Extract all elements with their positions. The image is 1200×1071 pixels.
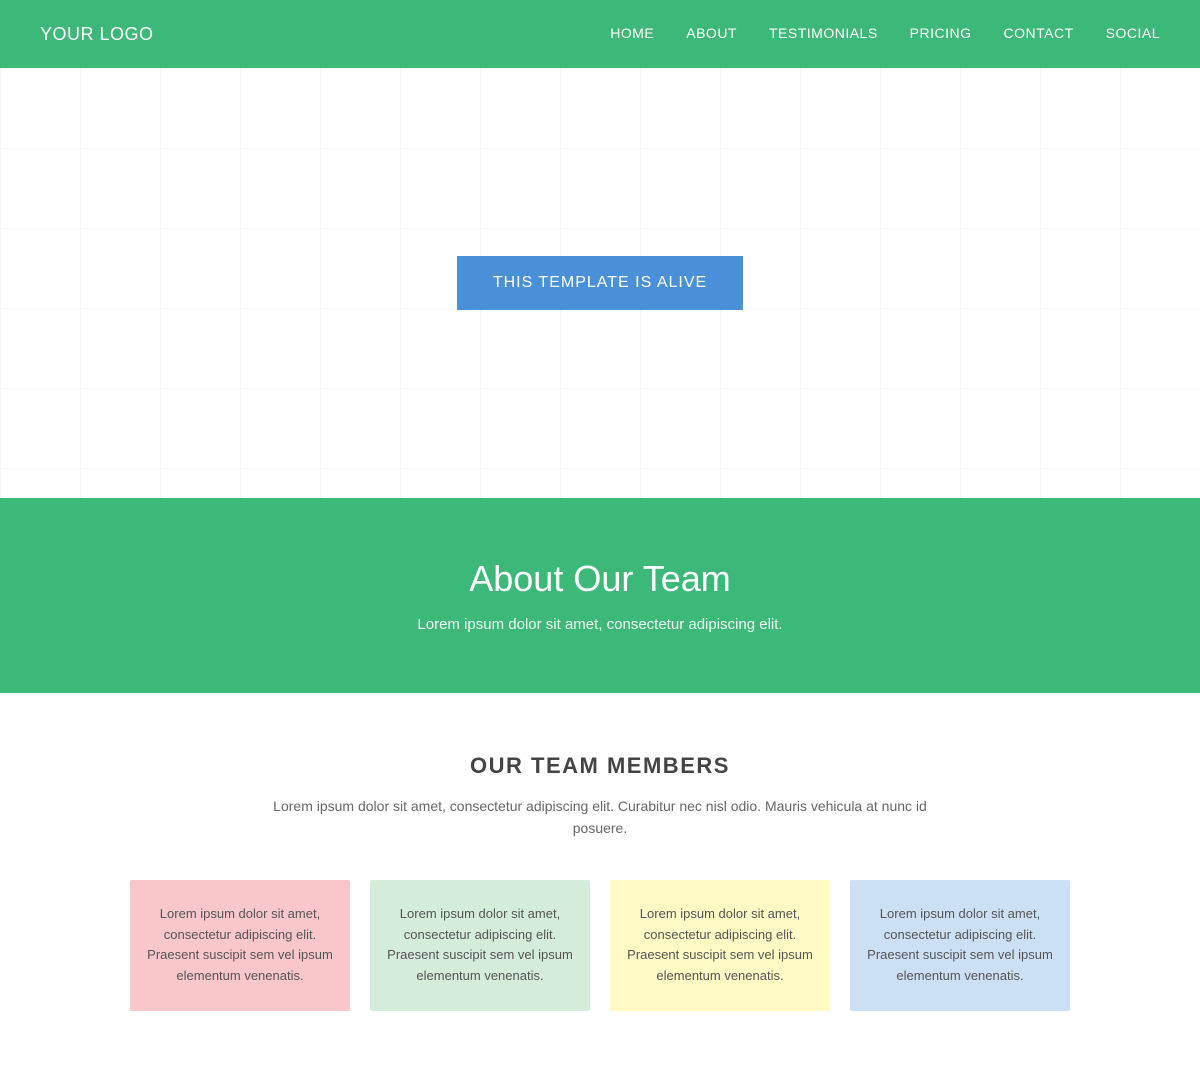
nav-link-pricing[interactable]: PRICING xyxy=(910,25,972,41)
team-card-1-text: Lorem ipsum dolor sit amet, consectetur … xyxy=(147,906,333,983)
team-cards: Lorem ipsum dolor sit amet, consectetur … xyxy=(40,880,1160,1011)
nav-link-contact[interactable]: CONTACT xyxy=(1004,25,1074,41)
nav-link-home[interactable]: HOME xyxy=(610,25,654,41)
team-card-2: Lorem ipsum dolor sit amet, consectetur … xyxy=(370,880,590,1011)
nav-item-pricing[interactable]: PRICING xyxy=(910,25,972,43)
navbar: YOUR LOGO HOME ABOUT TESTIMONIALS PRICIN… xyxy=(0,0,1200,68)
nav-item-home[interactable]: HOME xyxy=(610,25,654,43)
nav-link-social[interactable]: SOCIAL xyxy=(1106,25,1160,41)
team-card-4-text: Lorem ipsum dolor sit amet, consectetur … xyxy=(867,906,1053,983)
about-title: About Our Team xyxy=(40,558,1160,600)
hero-button[interactable]: THIS TEMPLATE IS ALIVE xyxy=(457,256,743,310)
team-title: OUR TEAM MEMBERS xyxy=(40,753,1160,779)
nav-link-about[interactable]: ABOUT xyxy=(686,25,737,41)
nav-item-contact[interactable]: CONTACT xyxy=(1004,25,1074,43)
team-card-1: Lorem ipsum dolor sit amet, consectetur … xyxy=(130,880,350,1011)
team-card-2-text: Lorem ipsum dolor sit amet, consectetur … xyxy=(387,906,573,983)
nav-item-about[interactable]: ABOUT xyxy=(686,25,737,43)
about-section: About Our Team Lorem ipsum dolor sit ame… xyxy=(0,498,1200,693)
team-section: OUR TEAM MEMBERS Lorem ipsum dolor sit a… xyxy=(0,693,1200,1071)
about-subtitle: Lorem ipsum dolor sit amet, consectetur … xyxy=(40,616,1160,633)
nav-logo: YOUR LOGO xyxy=(40,24,154,45)
nav-links: HOME ABOUT TESTIMONIALS PRICING CONTACT … xyxy=(610,25,1160,43)
nav-item-social[interactable]: SOCIAL xyxy=(1106,25,1160,43)
team-card-3: Lorem ipsum dolor sit amet, consectetur … xyxy=(610,880,830,1011)
team-description: Lorem ipsum dolor sit amet, consectetur … xyxy=(260,795,940,840)
team-card-3-text: Lorem ipsum dolor sit amet, consectetur … xyxy=(627,906,813,983)
nav-link-testimonials[interactable]: TESTIMONIALS xyxy=(769,25,878,41)
team-card-4: Lorem ipsum dolor sit amet, consectetur … xyxy=(850,880,1070,1011)
nav-item-testimonials[interactable]: TESTIMONIALS xyxy=(769,25,878,43)
hero-section: THIS TEMPLATE IS ALIVE xyxy=(0,68,1200,498)
